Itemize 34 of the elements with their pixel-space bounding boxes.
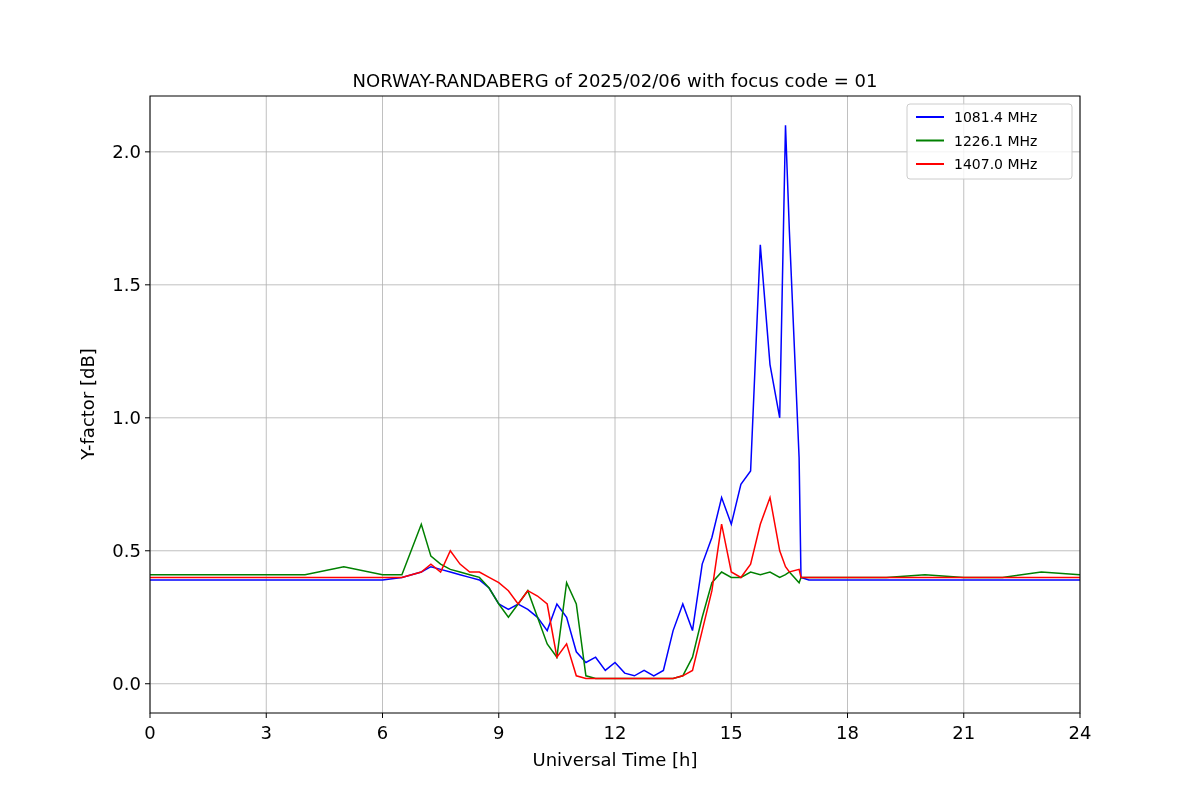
tick-mark bbox=[847, 712, 848, 719]
y-tick-label: 0.5 bbox=[112, 539, 141, 561]
tick-mark bbox=[144, 550, 151, 552]
chart-title: NORWAY-RANDABERG of 2025/02/06 with focus code = 01 bbox=[352, 70, 878, 91]
x-tick-label: 12 bbox=[603, 722, 627, 743]
tick-mark bbox=[498, 712, 500, 719]
x-tick-label: 3 bbox=[260, 722, 272, 743]
y-axis-label: Y-factor [dB] bbox=[77, 348, 98, 460]
x-tick-label: 15 bbox=[719, 722, 743, 743]
tick-mark bbox=[1079, 712, 1081, 719]
x-tick-label: 0 bbox=[144, 722, 156, 743]
x-tick-label: 9 bbox=[493, 722, 505, 743]
legend-label: 1407.0 MHz bbox=[954, 156, 1038, 172]
x-axis-label: Universal Time [h] bbox=[532, 749, 698, 770]
x-tick-label: 6 bbox=[376, 722, 389, 743]
tick-mark bbox=[144, 683, 151, 685]
legend-label: 1226.1 MHz bbox=[954, 132, 1038, 149]
x-tick-label: 21 bbox=[952, 722, 976, 743]
tick-mark bbox=[382, 712, 383, 719]
tick-mark bbox=[614, 712, 616, 719]
tick-mark bbox=[144, 151, 151, 153]
tick-mark bbox=[730, 712, 732, 719]
legend-label: 1081.4 MHz bbox=[954, 109, 1038, 125]
x-tick-label: 18 bbox=[836, 722, 859, 743]
tick-mark bbox=[265, 712, 267, 719]
y-tick-label: 1.0 bbox=[112, 406, 141, 428]
tick-mark bbox=[963, 712, 965, 719]
tick-mark bbox=[144, 284, 151, 286]
x-tick-label: 24 bbox=[1068, 722, 1092, 743]
y-tick-label: 1.5 bbox=[112, 273, 141, 295]
tick-mark bbox=[144, 417, 151, 419]
y-tick-label: 2.0 bbox=[112, 140, 141, 162]
tick-mark bbox=[149, 712, 151, 719]
y-tick-label: 0.0 bbox=[112, 672, 141, 694]
